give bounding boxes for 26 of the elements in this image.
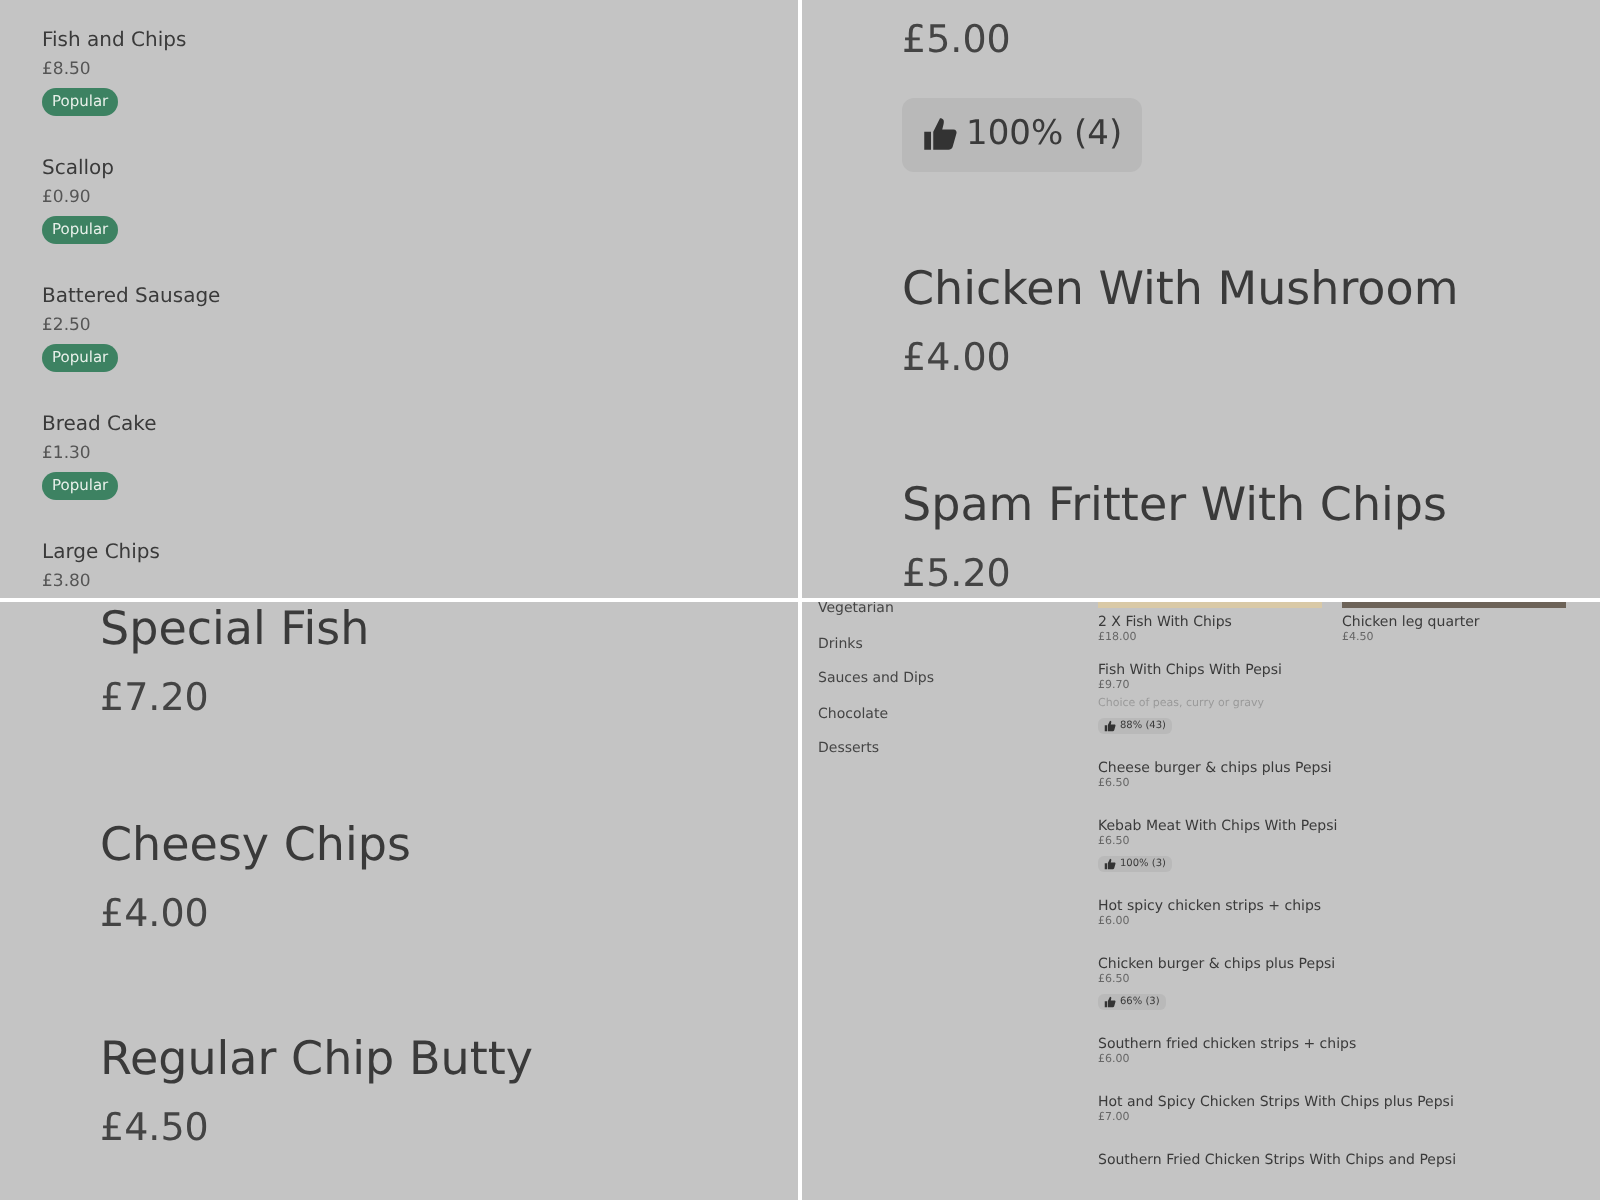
item-price: £1.30 <box>42 444 93 466</box>
thumbs-up-icon <box>922 116 958 153</box>
item-price: £4.00 <box>100 889 211 939</box>
rating-text: 100% (4) <box>966 111 1123 157</box>
item-name[interactable]: Cheesy Chips <box>100 817 698 873</box>
item-price: £3.80 <box>42 572 93 594</box>
item-price: £7.20 <box>100 674 211 724</box>
item-price: £2.50 <box>42 316 93 338</box>
thumbs-up-icon <box>1104 996 1116 1008</box>
item-name[interactable]: Battered Sausage <box>42 286 756 310</box>
item-name[interactable]: Fish and Chips <box>42 30 756 54</box>
item-name[interactable]: Spam Fritter With Chips <box>902 477 1500 533</box>
item-price: £5.00 <box>902 16 1013 66</box>
item-name[interactable]: Bread Cake <box>42 414 756 438</box>
thumbs-up-icon <box>1104 858 1116 870</box>
thumbs-up-icon <box>1104 720 1116 732</box>
item-price: £5.20 <box>902 549 1013 598</box>
item-price: £4.50 <box>100 1104 211 1154</box>
item-price: £8.50 <box>42 60 93 82</box>
item-price: £0.90 <box>42 188 93 210</box>
item-name[interactable]: Chicken With Mushroom <box>902 262 1500 318</box>
item-name[interactable]: Special Fish <box>100 602 698 658</box>
item-name[interactable]: Scallop <box>42 158 756 182</box>
item-name[interactable]: Regular Chip Butty <box>100 1032 698 1088</box>
item-price: £4.00 <box>902 334 1013 384</box>
item-name[interactable]: Large Chips <box>42 542 756 566</box>
